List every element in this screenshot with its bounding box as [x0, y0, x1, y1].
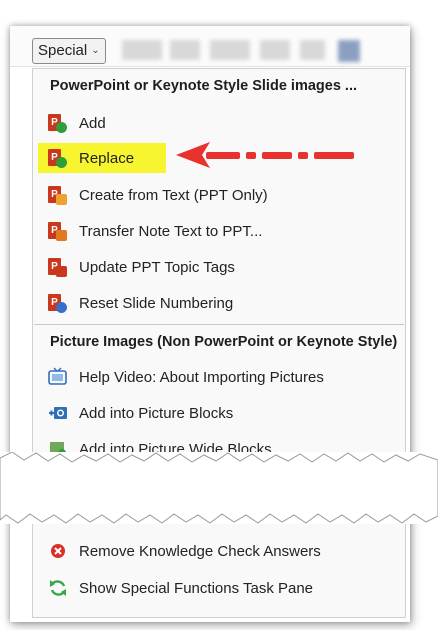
chevron-down-icon: ⌄: [91, 45, 100, 56]
ppt-tags-icon: P: [48, 257, 68, 277]
menu-item-update-tags[interactable]: P Update PPT Topic Tags: [38, 252, 368, 282]
red-arrow-annotation: [176, 142, 354, 168]
special-label: Special: [38, 42, 88, 59]
torn-edge: [0, 452, 438, 524]
ppt-reset-icon: P: [48, 293, 68, 313]
menu-item-replace[interactable]: P Replace: [38, 143, 166, 173]
blurred-toolbar-item: [122, 40, 162, 60]
menu-item-label: Add: [79, 114, 106, 132]
menu-item-label: Help Video: About Importing Pictures: [79, 368, 324, 386]
blurred-toolbar-item: [260, 40, 290, 60]
ppt-replace-icon: P: [48, 148, 68, 168]
menu-item-add[interactable]: P Add: [38, 108, 368, 138]
menu-item-label: Replace: [79, 149, 135, 167]
ppt-transfer-icon: P: [48, 221, 68, 241]
menu-item-label: Remove Knowledge Check Answers: [79, 542, 321, 560]
special-dropdown-button[interactable]: Special ⌄: [32, 38, 106, 64]
blurred-toolbar-icon: [338, 40, 360, 62]
ppt-add-icon: P: [48, 113, 68, 133]
remove-icon: [48, 541, 68, 561]
menu-item-label: Update PPT Topic Tags: [79, 258, 235, 276]
blurred-toolbar-item: [300, 40, 325, 60]
ppt-create-icon: P: [48, 185, 68, 205]
menu-item-transfer-note[interactable]: P Transfer Note Text to PPT...: [38, 216, 368, 246]
blurred-toolbar-item: [170, 40, 200, 60]
menu-separator: [34, 324, 404, 325]
section-title-pictures: Picture Images (Non PowerPoint or Keynot…: [50, 334, 398, 350]
menu-item-label: Create from Text (PPT Only): [79, 186, 268, 204]
picture-blocks-icon: [48, 403, 68, 423]
menu-item-add-picture-blocks[interactable]: Add into Picture Blocks: [38, 398, 368, 428]
menu-item-label: Reset Slide Numbering: [79, 294, 234, 312]
menu-item-create-from-text[interactable]: P Create from Text (PPT Only): [38, 180, 368, 210]
menu-item-reset-numbering[interactable]: P Reset Slide Numbering: [38, 288, 368, 318]
menu-item-label: Transfer Note Text to PPT...: [79, 222, 263, 240]
menu-item-remove-knowledge-check[interactable]: Remove Knowledge Check Answers: [38, 536, 368, 566]
menu-item-label: Add into Picture Blocks: [79, 404, 234, 422]
blurred-toolbar-item: [210, 40, 250, 60]
toolbar: Special ⌄: [10, 26, 410, 67]
section-title-ppt: PowerPoint or Keynote Style Slide images…: [50, 78, 357, 94]
menu-item-label: Show Special Functions Task Pane: [79, 579, 314, 597]
menu-item-show-task-pane[interactable]: Show Special Functions Task Pane: [38, 573, 368, 603]
refresh-icon: [48, 578, 68, 598]
menu-item-help-video[interactable]: Help Video: About Importing Pictures: [38, 362, 368, 392]
help-video-icon: [48, 367, 68, 387]
